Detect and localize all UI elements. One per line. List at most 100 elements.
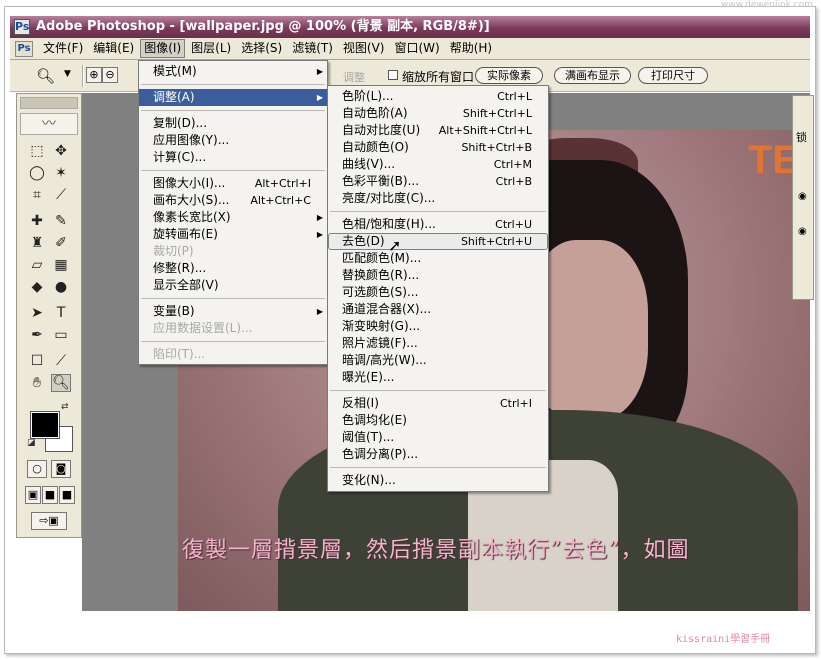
tool-preset-dropdown-icon[interactable]: ▼ xyxy=(64,69,71,79)
adjust-menu-item-shortcut: Ctrl+B xyxy=(495,175,532,188)
adjust-menu-item[interactable]: 替换颜色(R)... xyxy=(328,267,548,284)
adjust-menu-item-label: 渐变映射(G)... xyxy=(342,319,421,333)
lasso-tool-icon[interactable]: ◯ xyxy=(27,164,47,182)
zoom-out-icon[interactable]: ⊖ xyxy=(102,67,118,83)
image-menu-item[interactable]: 模式(M) ▶ xyxy=(139,63,327,80)
photoshop-logo-icon[interactable]: Ps xyxy=(15,40,33,57)
image-menu-item[interactable]: 复制(D)... xyxy=(139,115,327,132)
menu-separator xyxy=(330,211,546,212)
feather-logo-icon[interactable]: 〰 xyxy=(20,113,78,135)
toolbox-grip[interactable] xyxy=(20,97,78,109)
adjust-menu-item[interactable]: 自动色阶(A) Shift+Ctrl+L xyxy=(328,105,548,122)
brush-tool-icon[interactable]: ✎ xyxy=(51,212,71,230)
path-selection-tool-icon[interactable]: ➤ xyxy=(27,304,47,322)
adjust-menu-item[interactable]: 渐变映射(G)... xyxy=(328,318,548,335)
image-menu: 模式(M) ▶ 调整(A) ▶ 复制(D)... 应用图像(Y)... 计算(C)... 图像… xyxy=(138,60,328,365)
image-menu-item[interactable]: 旋转画布(E) ▶ xyxy=(139,226,327,243)
adjust-menu-item[interactable]: 照片滤镜(F)... xyxy=(328,335,548,352)
adjust-menu-item[interactable]: 自动颜色(O) Shift+Ctrl+B xyxy=(328,139,548,156)
adjust-menu-item[interactable]: 去色(D) Shift+Ctrl+U xyxy=(328,233,548,250)
default-colors-icon[interactable]: ◪ xyxy=(27,438,36,448)
image-menu-item[interactable]: 应用图像(Y)... xyxy=(139,132,327,149)
adjust-menu-item[interactable]: 暗调/高光(W)... xyxy=(328,352,548,369)
adjust-menu-item[interactable]: 亮度/对比度(C)... xyxy=(328,190,548,207)
screen-mode-standard-icon[interactable]: ▣ xyxy=(25,486,41,504)
menu-separator xyxy=(141,298,325,299)
layer-visibility-eye-icon[interactable]: ◉ xyxy=(798,226,807,237)
menu-file[interactable]: 文件(F) xyxy=(39,39,87,58)
foreground-color-swatch[interactable] xyxy=(30,411,60,439)
move-tool-icon[interactable]: ✥ xyxy=(51,142,71,160)
screen-mode-menu-icon[interactable]: ■ xyxy=(42,486,58,504)
rectangle-tool-icon[interactable]: ▭ xyxy=(51,326,71,344)
screen-mode-full-icon[interactable]: ■ xyxy=(59,486,75,504)
pen-tool-icon[interactable]: ✒ xyxy=(27,326,47,344)
title-bar: Ps Adobe Photoshop - [wallpaper.jpg @ 10… xyxy=(10,16,810,38)
adjust-menu-item[interactable]: 色相/饱和度(H)... Ctrl+U xyxy=(328,216,548,233)
adjust-menu-item[interactable]: 匹配颜色(M)... xyxy=(328,250,548,267)
adjust-menu-item-label: 自动对比度(U) xyxy=(342,123,421,137)
gradient-tool-icon[interactable]: ▦ xyxy=(51,256,71,274)
zoom-tool-icon[interactable]: 🔍︎ xyxy=(51,374,71,392)
photoshop-app-icon[interactable]: Ps xyxy=(14,19,30,35)
zoom-all-windows-checkbox[interactable] xyxy=(388,70,398,80)
zoom-tool-icon[interactable]: 🔍︎ xyxy=(36,67,55,85)
menu-filter[interactable]: 滤镜(T) xyxy=(288,39,337,58)
menu-window[interactable]: 窗口(W) xyxy=(390,39,443,58)
dodge-tool-icon[interactable]: ● xyxy=(51,278,71,296)
adjust-menu-item[interactable]: 色阶(L)... Ctrl+L xyxy=(328,88,548,105)
adjust-menu-item[interactable]: 色调均化(E) xyxy=(328,412,548,429)
menu-view[interactable]: 视图(V) xyxy=(339,39,389,58)
layer-visibility-eye-icon[interactable]: ◉ xyxy=(798,191,807,202)
image-menu-item[interactable]: 计算(C)... xyxy=(139,149,327,166)
notes-tool-icon[interactable]: ☐ xyxy=(27,352,47,370)
adjust-menu-item[interactable]: 通道混合器(X)... xyxy=(328,301,548,318)
marquee-tool-icon[interactable]: ⬚ xyxy=(27,142,47,160)
image-menu-item[interactable]: 修整(R)... xyxy=(139,260,327,277)
swap-colors-icon[interactable]: ⇄ xyxy=(61,402,69,412)
adjust-menu-item[interactable]: 色彩平衡(B)... Ctrl+B xyxy=(328,173,548,190)
menu-layer[interactable]: 图层(L) xyxy=(187,39,235,58)
adjust-menu-item[interactable]: 曝光(E)... xyxy=(328,369,548,386)
standard-mode-icon[interactable]: ○ xyxy=(27,460,47,478)
hand-tool-icon[interactable]: ✋︎ xyxy=(27,374,47,392)
adjust-menu-item[interactable]: 自动对比度(U) Alt+Shift+Ctrl+L xyxy=(328,122,548,139)
type-tool-icon[interactable]: T xyxy=(51,304,71,322)
actual-pixels-button[interactable]: 实际像素 xyxy=(475,67,543,84)
magic-wand-tool-icon[interactable]: ✶ xyxy=(51,164,71,182)
image-menu-item[interactable]: 显示全部(V) xyxy=(139,277,327,294)
image-menu-item[interactable]: 图像大小(I)... Alt+Ctrl+I xyxy=(139,175,327,192)
menu-select[interactable]: 选择(S) xyxy=(237,39,286,58)
eyedropper-tool-icon[interactable]: ⟋ xyxy=(51,352,71,370)
zoom-in-icon[interactable]: ⊕ xyxy=(86,67,102,83)
eraser-tool-icon[interactable]: ▱ xyxy=(27,256,47,274)
adjust-menu-item-label: 反相(I) xyxy=(342,396,379,410)
fit-on-screen-button[interactable]: 满画布显示 xyxy=(554,67,631,84)
menu-help[interactable]: 帮助(H) xyxy=(446,39,496,58)
jump-to-imageready-icon[interactable]: ⇨▣ xyxy=(31,512,67,530)
healing-brush-tool-icon[interactable]: ✚ xyxy=(27,212,47,230)
image-menu-item[interactable]: 变量(B) ▶ xyxy=(139,303,327,320)
adjust-menu-item[interactable]: 反相(I) Ctrl+I xyxy=(328,395,548,412)
image-menu-item[interactable]: 像素长宽比(X) ▶ xyxy=(139,209,327,226)
adjust-menu-item[interactable]: 色调分离(P)... xyxy=(328,446,548,463)
submenu-arrow-icon: ▶ xyxy=(316,93,323,102)
image-menu-item[interactable]: 调整(A) ▶ xyxy=(139,89,327,106)
menu-edit[interactable]: 编辑(E) xyxy=(89,39,138,58)
adjust-menu-item-label: 变化(N)... xyxy=(342,473,396,487)
adjust-menu-item[interactable]: 可选颜色(S)... xyxy=(328,284,548,301)
menu-image[interactable]: 图像(I) xyxy=(140,39,186,58)
adjust-menu-item[interactable]: 阈值(T)... xyxy=(328,429,548,446)
slice-tool-icon[interactable]: ⟋ xyxy=(51,186,71,204)
crop-tool-icon[interactable]: ⌗ xyxy=(27,186,47,204)
print-size-button[interactable]: 打印尺寸 xyxy=(638,67,708,84)
adjust-menu-item[interactable]: 曲线(V)... Ctrl+M xyxy=(328,156,548,173)
history-brush-tool-icon[interactable]: ✐ xyxy=(51,234,71,252)
image-menu-item-label: 修整(R)... xyxy=(153,261,207,275)
resize-windows-label: 调整 xyxy=(343,71,365,84)
blur-tool-icon[interactable]: ◆ xyxy=(27,278,47,296)
adjust-menu-item[interactable]: 变化(N)... xyxy=(328,472,548,489)
clone-stamp-tool-icon[interactable]: ♜ xyxy=(27,234,47,252)
quick-mask-mode-icon[interactable]: ◙ xyxy=(51,460,71,478)
image-menu-item[interactable]: 画布大小(S)... Alt+Ctrl+C xyxy=(139,192,327,209)
